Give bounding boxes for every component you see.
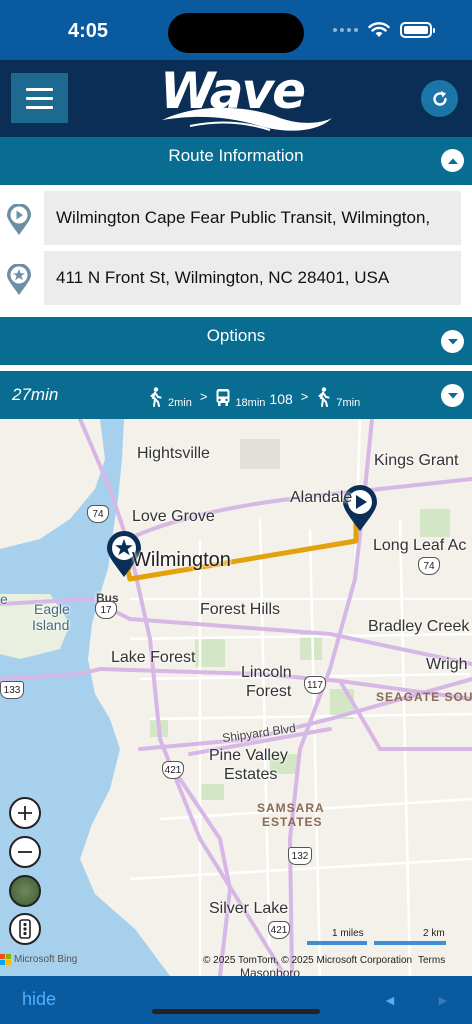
map-label: Estates	[224, 766, 278, 783]
trip-duration: 27min	[12, 385, 59, 404]
route-information-title: Route Information	[168, 146, 304, 165]
scale-miles-label: 1 miles	[332, 928, 364, 939]
wave-logo-swoosh	[162, 107, 332, 131]
map-label: Masonboro	[240, 966, 301, 976]
bus-icon	[216, 389, 230, 406]
map-label: Island	[32, 617, 70, 633]
map-label: Bradley Creek	[368, 618, 470, 635]
route-shield: 421	[268, 921, 290, 939]
walk-icon	[318, 387, 330, 407]
destination-field[interactable]: 411 N Front St, Wilmington, NC 28401, US…	[44, 251, 461, 305]
route-shield: 117	[304, 676, 326, 694]
map-label: Hightsville	[137, 445, 210, 462]
status-icons	[333, 22, 435, 38]
hamburger-icon	[26, 87, 53, 91]
route-shield: 133	[0, 681, 24, 699]
route-shield: 132	[288, 847, 312, 865]
trip-summary-bar[interactable]: 27min 2min > 18min 108 > 7min	[0, 371, 472, 419]
leg-arrow-icon: >	[199, 389, 208, 404]
expand-options-button[interactable]	[441, 330, 464, 353]
collapse-route-button[interactable]	[441, 149, 464, 172]
map-label: Alandale	[290, 489, 353, 506]
zoom-out-button[interactable]	[9, 836, 41, 868]
walk-leg-1-time: 2min	[168, 397, 192, 409]
dynamic-island	[168, 13, 304, 53]
cellular-signal-icon	[333, 28, 358, 32]
wifi-icon	[368, 22, 390, 37]
options-title: Options	[206, 326, 266, 345]
microsoft-logo-icon	[0, 954, 11, 965]
scale-miles-bar	[307, 941, 367, 945]
options-header[interactable]: Options	[0, 317, 472, 365]
home-indicator	[152, 1009, 320, 1014]
map-copyright: © 2025 TomTom, © 2025 Microsoft Corporat…	[203, 955, 413, 966]
chevron-down-icon	[447, 392, 458, 398]
origin-pin-icon	[7, 204, 31, 235]
app-header: Wave	[0, 60, 472, 137]
map-label: Lake Forest	[111, 649, 196, 666]
wave-logo: Wave	[160, 62, 335, 134]
chevron-down-icon	[447, 338, 458, 344]
map-label: Pine Valley	[209, 747, 288, 764]
map-label: Forest Hills	[200, 601, 281, 618]
status-bar: 4:05	[0, 0, 472, 60]
expand-trip-button[interactable]	[441, 384, 464, 407]
destination-row: 411 N Front St, Wilmington, NC 28401, US…	[0, 251, 472, 305]
map-label: Lincoln	[241, 664, 292, 681]
destination-pin-icon	[7, 264, 31, 295]
route-shield: 421	[162, 761, 184, 779]
scale-km-label: 2 km	[423, 928, 445, 939]
walk-icon	[150, 387, 162, 407]
trip-legs: 2min > 18min 108 > 7min	[148, 385, 361, 409]
zoom-in-button[interactable]	[9, 797, 41, 829]
bus-route-number: 108	[269, 391, 293, 407]
map-label: Silver Lake	[209, 900, 289, 917]
chevron-up-icon	[447, 158, 458, 164]
map-label: Eagle	[34, 601, 70, 617]
bing-logo-text: Microsoft Bing	[14, 954, 78, 965]
map-label: Long Leaf Ac	[373, 537, 467, 554]
hide-button[interactable]: hide	[22, 989, 56, 1010]
aerial-view-button[interactable]	[9, 875, 41, 907]
map-label: Forest	[246, 683, 292, 700]
next-step-button[interactable]: ►	[436, 992, 450, 1008]
origin-field[interactable]: Wilmington Cape Fear Public Transit, Wil…	[44, 191, 461, 245]
map-label: ESTATES	[262, 815, 323, 829]
map-label: Kings Grant	[374, 452, 459, 469]
bottom-toolbar: hide ◄ ►	[0, 976, 472, 1024]
route-shield: 17	[95, 601, 117, 619]
route-information-header[interactable]: Route Information	[0, 137, 472, 185]
map-label: Wilmington	[132, 549, 231, 571]
previous-step-button[interactable]: ◄	[383, 992, 397, 1008]
map-label: Love Grove	[132, 508, 215, 525]
scale-km-bar	[374, 941, 446, 945]
minus-icon	[18, 851, 32, 853]
origin-row: Wilmington Cape Fear Public Transit, Wil…	[0, 191, 472, 245]
leg-arrow-icon: >	[300, 389, 309, 404]
walk-leg-2-time: 7min	[336, 397, 361, 409]
map-label: SAMSARA	[257, 801, 325, 815]
map-label: e	[0, 591, 8, 607]
status-time: 4:05	[68, 20, 109, 42]
map-label: Wrigh	[426, 656, 468, 673]
bus-leg-time: 18min	[235, 397, 266, 409]
refresh-button[interactable]	[421, 80, 458, 117]
map-style-button[interactable]	[9, 913, 41, 945]
route-shield: 74	[87, 505, 109, 523]
menu-button[interactable]	[11, 73, 68, 123]
battery-icon	[400, 22, 435, 38]
traffic-light-icon	[19, 919, 31, 939]
route-shield: 74	[418, 557, 440, 575]
map-view[interactable]: Hightsville Kings Grant Alandale Love Gr…	[0, 419, 472, 976]
map-label: SEAGATE SOU	[376, 690, 472, 704]
refresh-icon	[432, 90, 447, 106]
terms-link[interactable]: Terms	[418, 955, 445, 966]
plus-icon	[18, 806, 32, 820]
route-panel: Wilmington Cape Fear Public Transit, Wil…	[0, 185, 472, 317]
bing-logo: Microsoft Bing	[0, 954, 77, 965]
